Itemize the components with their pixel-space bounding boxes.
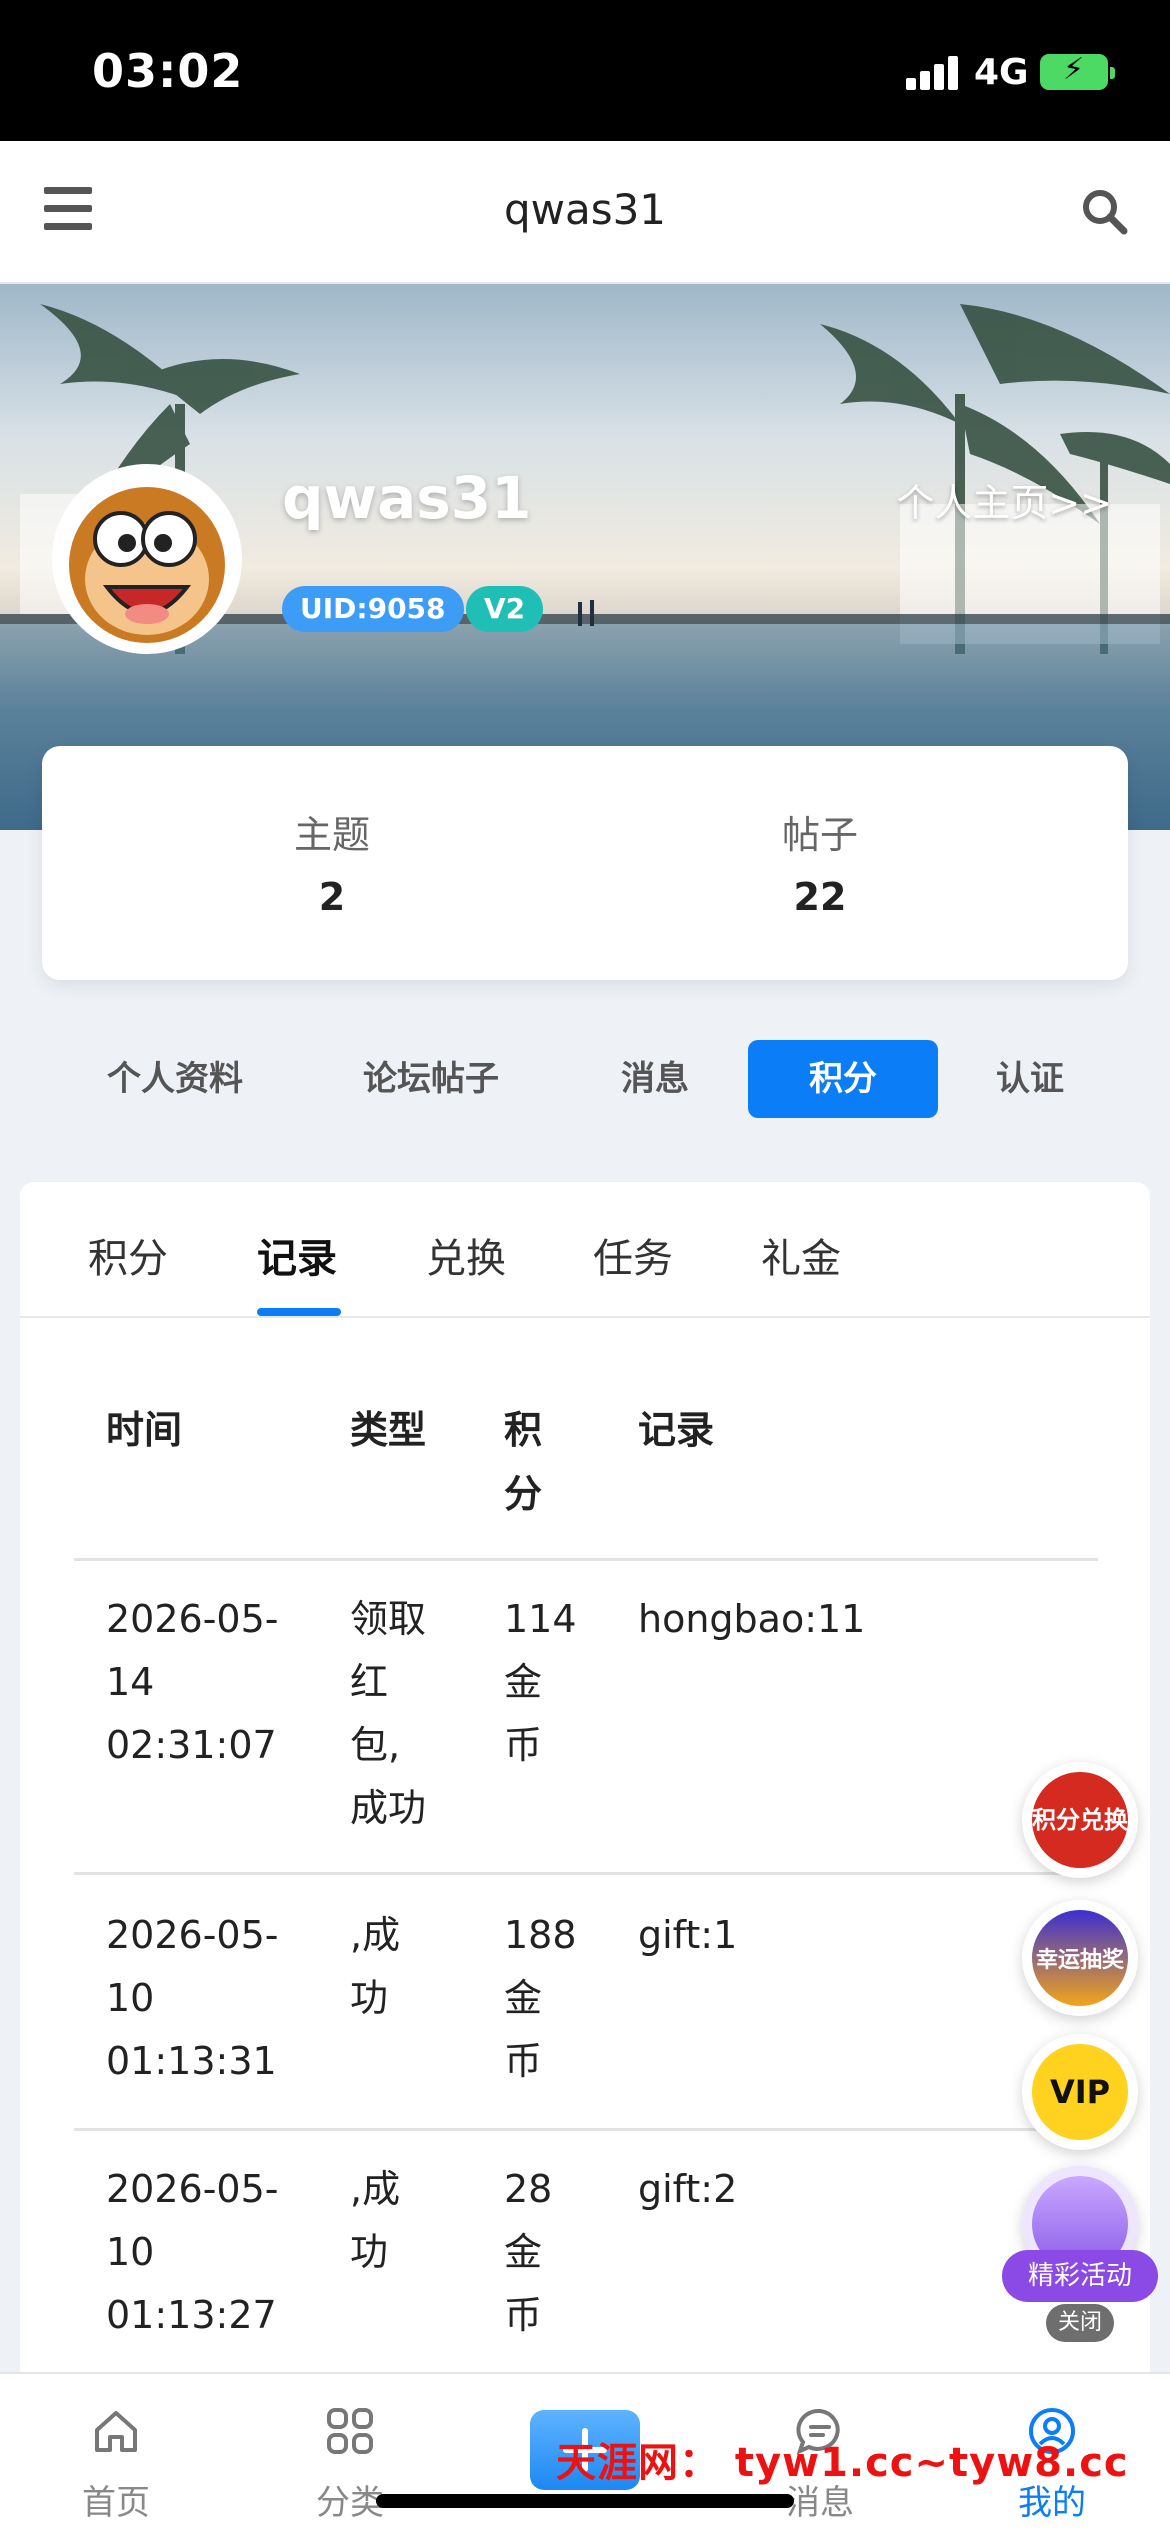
cell-points: 188 金币 (504, 1913, 577, 2083)
battery-icon: ⚡ (1040, 52, 1115, 90)
points-exchange-button[interactable]: 积分兑换 (1022, 1762, 1138, 1878)
stat-label: 主题 (293, 813, 370, 857)
status-bar: 03:02 4G ⚡ (0, 0, 1170, 141)
uid-badge: UID:9058 (282, 586, 464, 632)
lucky-draw-icon: 幸运抽奖 (1032, 1910, 1128, 2006)
personal-homepage-link[interactable]: 个人主页>> (896, 472, 1112, 527)
network-label: 4G (974, 52, 1029, 93)
tab-verification[interactable]: 认证 (960, 1040, 1100, 1118)
cell-record: hongbao:11 (638, 1597, 866, 1641)
cell-time: 2026-05- 10 01:13:31 (106, 1913, 279, 2083)
tab-messages[interactable]: 消息 (580, 1040, 730, 1118)
subtab-points[interactable]: 积分 (88, 1226, 168, 1284)
lucky-draw-button[interactable]: 幸运抽奖 (1022, 1900, 1138, 2016)
signal-icon (906, 56, 958, 90)
stat-value: 2 (318, 875, 346, 919)
stat-topics[interactable]: 主题 2 (182, 804, 482, 919)
subtab-gift-money[interactable]: 礼金 (761, 1226, 841, 1284)
stat-value: 22 (793, 875, 847, 919)
close-button[interactable]: 关闭 (1046, 2304, 1114, 2342)
top-nav-bar: qwas31 (0, 141, 1170, 284)
cell-points: 28 金币 (504, 2167, 553, 2337)
level-badge: V2 (466, 586, 544, 632)
tab-profile-info[interactable]: 个人资料 (70, 1040, 280, 1118)
stat-label: 帖子 (781, 813, 858, 857)
cell-time: 2026-05- 10 01:13:27 (106, 2167, 279, 2337)
cell-record: gift:2 (638, 2167, 738, 2211)
avatar[interactable] (52, 464, 242, 654)
column-header-record: 记录 (638, 1408, 715, 1452)
subtab-exchange[interactable]: 兑换 (426, 1226, 506, 1284)
grid-icon (327, 2408, 373, 2454)
active-tab-indicator (257, 1308, 341, 1316)
column-header-type: 类型 (350, 1408, 427, 1452)
tab-forum-posts[interactable]: 论坛帖子 (326, 1040, 536, 1118)
table-divider (74, 1558, 1098, 1561)
column-header-time: 时间 (106, 1408, 183, 1452)
vip-icon: VIP (1032, 2044, 1128, 2140)
bottom-tab-label: 首页 (82, 2483, 150, 2523)
points-sub-tabs: 积分 记录 兑换 任务 礼金 (20, 1182, 1150, 1318)
cell-points: 114 金币 (504, 1597, 577, 1767)
stat-posts[interactable]: 帖子 22 (670, 804, 970, 919)
cell-type: 领取红包, 成功 (350, 1597, 427, 1830)
cell-type: ,成功 (350, 1913, 401, 2020)
home-indicator (376, 2494, 794, 2508)
bottom-tab-home[interactable]: 首页 (46, 2404, 186, 2524)
tab-points[interactable]: 积分 (748, 1040, 938, 1118)
column-header-points: 积分 (504, 1408, 543, 1516)
cell-type: ,成功 (350, 2167, 401, 2274)
watermark-text: 天涯网： tyw1.cc~tyw8.cc (556, 2440, 1129, 2486)
vip-button[interactable]: VIP (1022, 2034, 1138, 2150)
page-title: qwas31 (503, 185, 667, 234)
profile-username: qwas31 (282, 464, 532, 532)
home-icon (95, 2411, 137, 2452)
activity-button[interactable]: 精彩活动 (1002, 2250, 1158, 2302)
points-records-card: 积分 记录 兑换 任务 礼金 时间 类型 积分 记录 2026-05- 14 02:… (20, 1182, 1150, 2372)
profile-stats-card: 主题 2 帖子 22 (42, 746, 1128, 980)
bottom-tab-bar: 首页 分类 消息 我的 天涯网： tyw1.cc~tyw8.cc (0, 2372, 1170, 2532)
subtab-tasks[interactable]: 任务 (593, 1226, 673, 1284)
cell-record: gift:1 (638, 1913, 738, 1957)
points-exchange-icon: 积分兑换 (1032, 1772, 1128, 1868)
subtab-records[interactable]: 记录 (257, 1226, 337, 1284)
table-divider (74, 2128, 1098, 2131)
status-time: 03:02 (92, 44, 244, 98)
cell-time: 2026-05- 14 02:31:07 (106, 1597, 279, 1767)
search-icon[interactable] (1080, 187, 1128, 235)
table-divider (74, 1872, 1098, 1875)
profile-tabs: 个人资料 论坛帖子 消息 积分 认证 (0, 1040, 1170, 1120)
